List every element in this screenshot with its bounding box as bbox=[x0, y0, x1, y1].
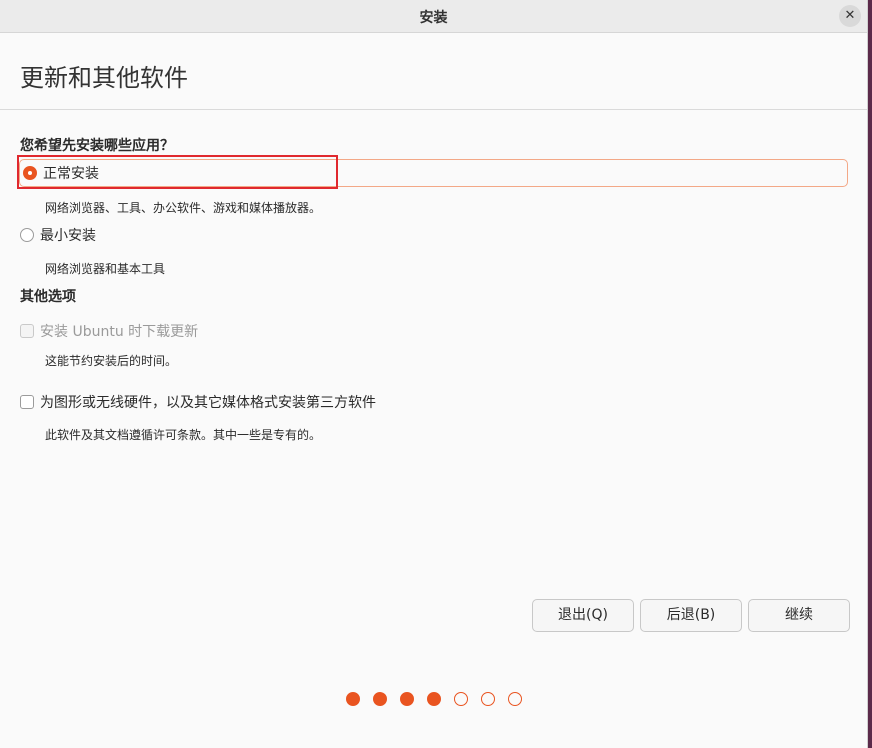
header-divider bbox=[0, 109, 867, 110]
install-type-heading: 您希望先安装哪些应用？ bbox=[20, 138, 174, 154]
minimal-install-radio[interactable]: 最小安装 bbox=[20, 221, 96, 249]
progress-dot-completed bbox=[400, 692, 414, 706]
title-bar[interactable]: 安装 ✕ bbox=[0, 0, 867, 33]
close-icon: ✕ bbox=[844, 8, 856, 23]
progress-dot-current bbox=[427, 692, 441, 706]
installer-window: 安装 ✕ 更新和其他软件 您希望先安装哪些应用？ 正常安装 网络浏览器、工具、办… bbox=[0, 0, 868, 748]
third-party-software-checkbox[interactable]: 为图形或无线硬件，以及其它媒体格式安装第三方软件 bbox=[20, 388, 376, 416]
minimal-install-description: 网络浏览器和基本工具 bbox=[45, 262, 166, 276]
quit-button[interactable]: 退出(Q) bbox=[532, 599, 634, 632]
download-updates-checkbox[interactable]: 安装 Ubuntu 时下载更新 bbox=[20, 317, 198, 345]
continue-button[interactable]: 继续 bbox=[748, 599, 850, 632]
page-title: 更新和其他软件 bbox=[20, 64, 188, 92]
progress-dot-pending bbox=[508, 692, 522, 706]
close-button[interactable]: ✕ bbox=[839, 5, 861, 27]
back-button[interactable]: 后退(B) bbox=[640, 599, 742, 632]
minimal-install-label: 最小安装 bbox=[40, 228, 96, 244]
progress-dot-pending bbox=[454, 692, 468, 706]
download-updates-label: 安装 Ubuntu 时下载更新 bbox=[40, 324, 199, 340]
radio-unchecked-icon bbox=[20, 228, 34, 242]
progress-dot-completed bbox=[346, 692, 360, 706]
progress-dot-completed bbox=[373, 692, 387, 706]
checkbox-unchecked-icon bbox=[20, 395, 34, 409]
normal-install-description: 网络浏览器、工具、办公软件、游戏和媒体播放器。 bbox=[45, 201, 322, 215]
checkbox-disabled-icon bbox=[20, 324, 34, 338]
third-party-software-label: 为图形或无线硬件，以及其它媒体格式安装第三方软件 bbox=[40, 395, 376, 411]
third-party-software-description: 此软件及其文档遵循许可条款。其中一些是专有的。 bbox=[45, 428, 322, 442]
progress-dot-pending bbox=[481, 692, 495, 706]
download-updates-description: 这能节约安装后的时间。 bbox=[45, 354, 178, 368]
step-progress-indicator bbox=[346, 692, 522, 706]
window-title: 安装 bbox=[419, 10, 448, 26]
annotation-highlight-box bbox=[17, 155, 338, 189]
other-options-heading: 其他选项 bbox=[20, 289, 76, 305]
